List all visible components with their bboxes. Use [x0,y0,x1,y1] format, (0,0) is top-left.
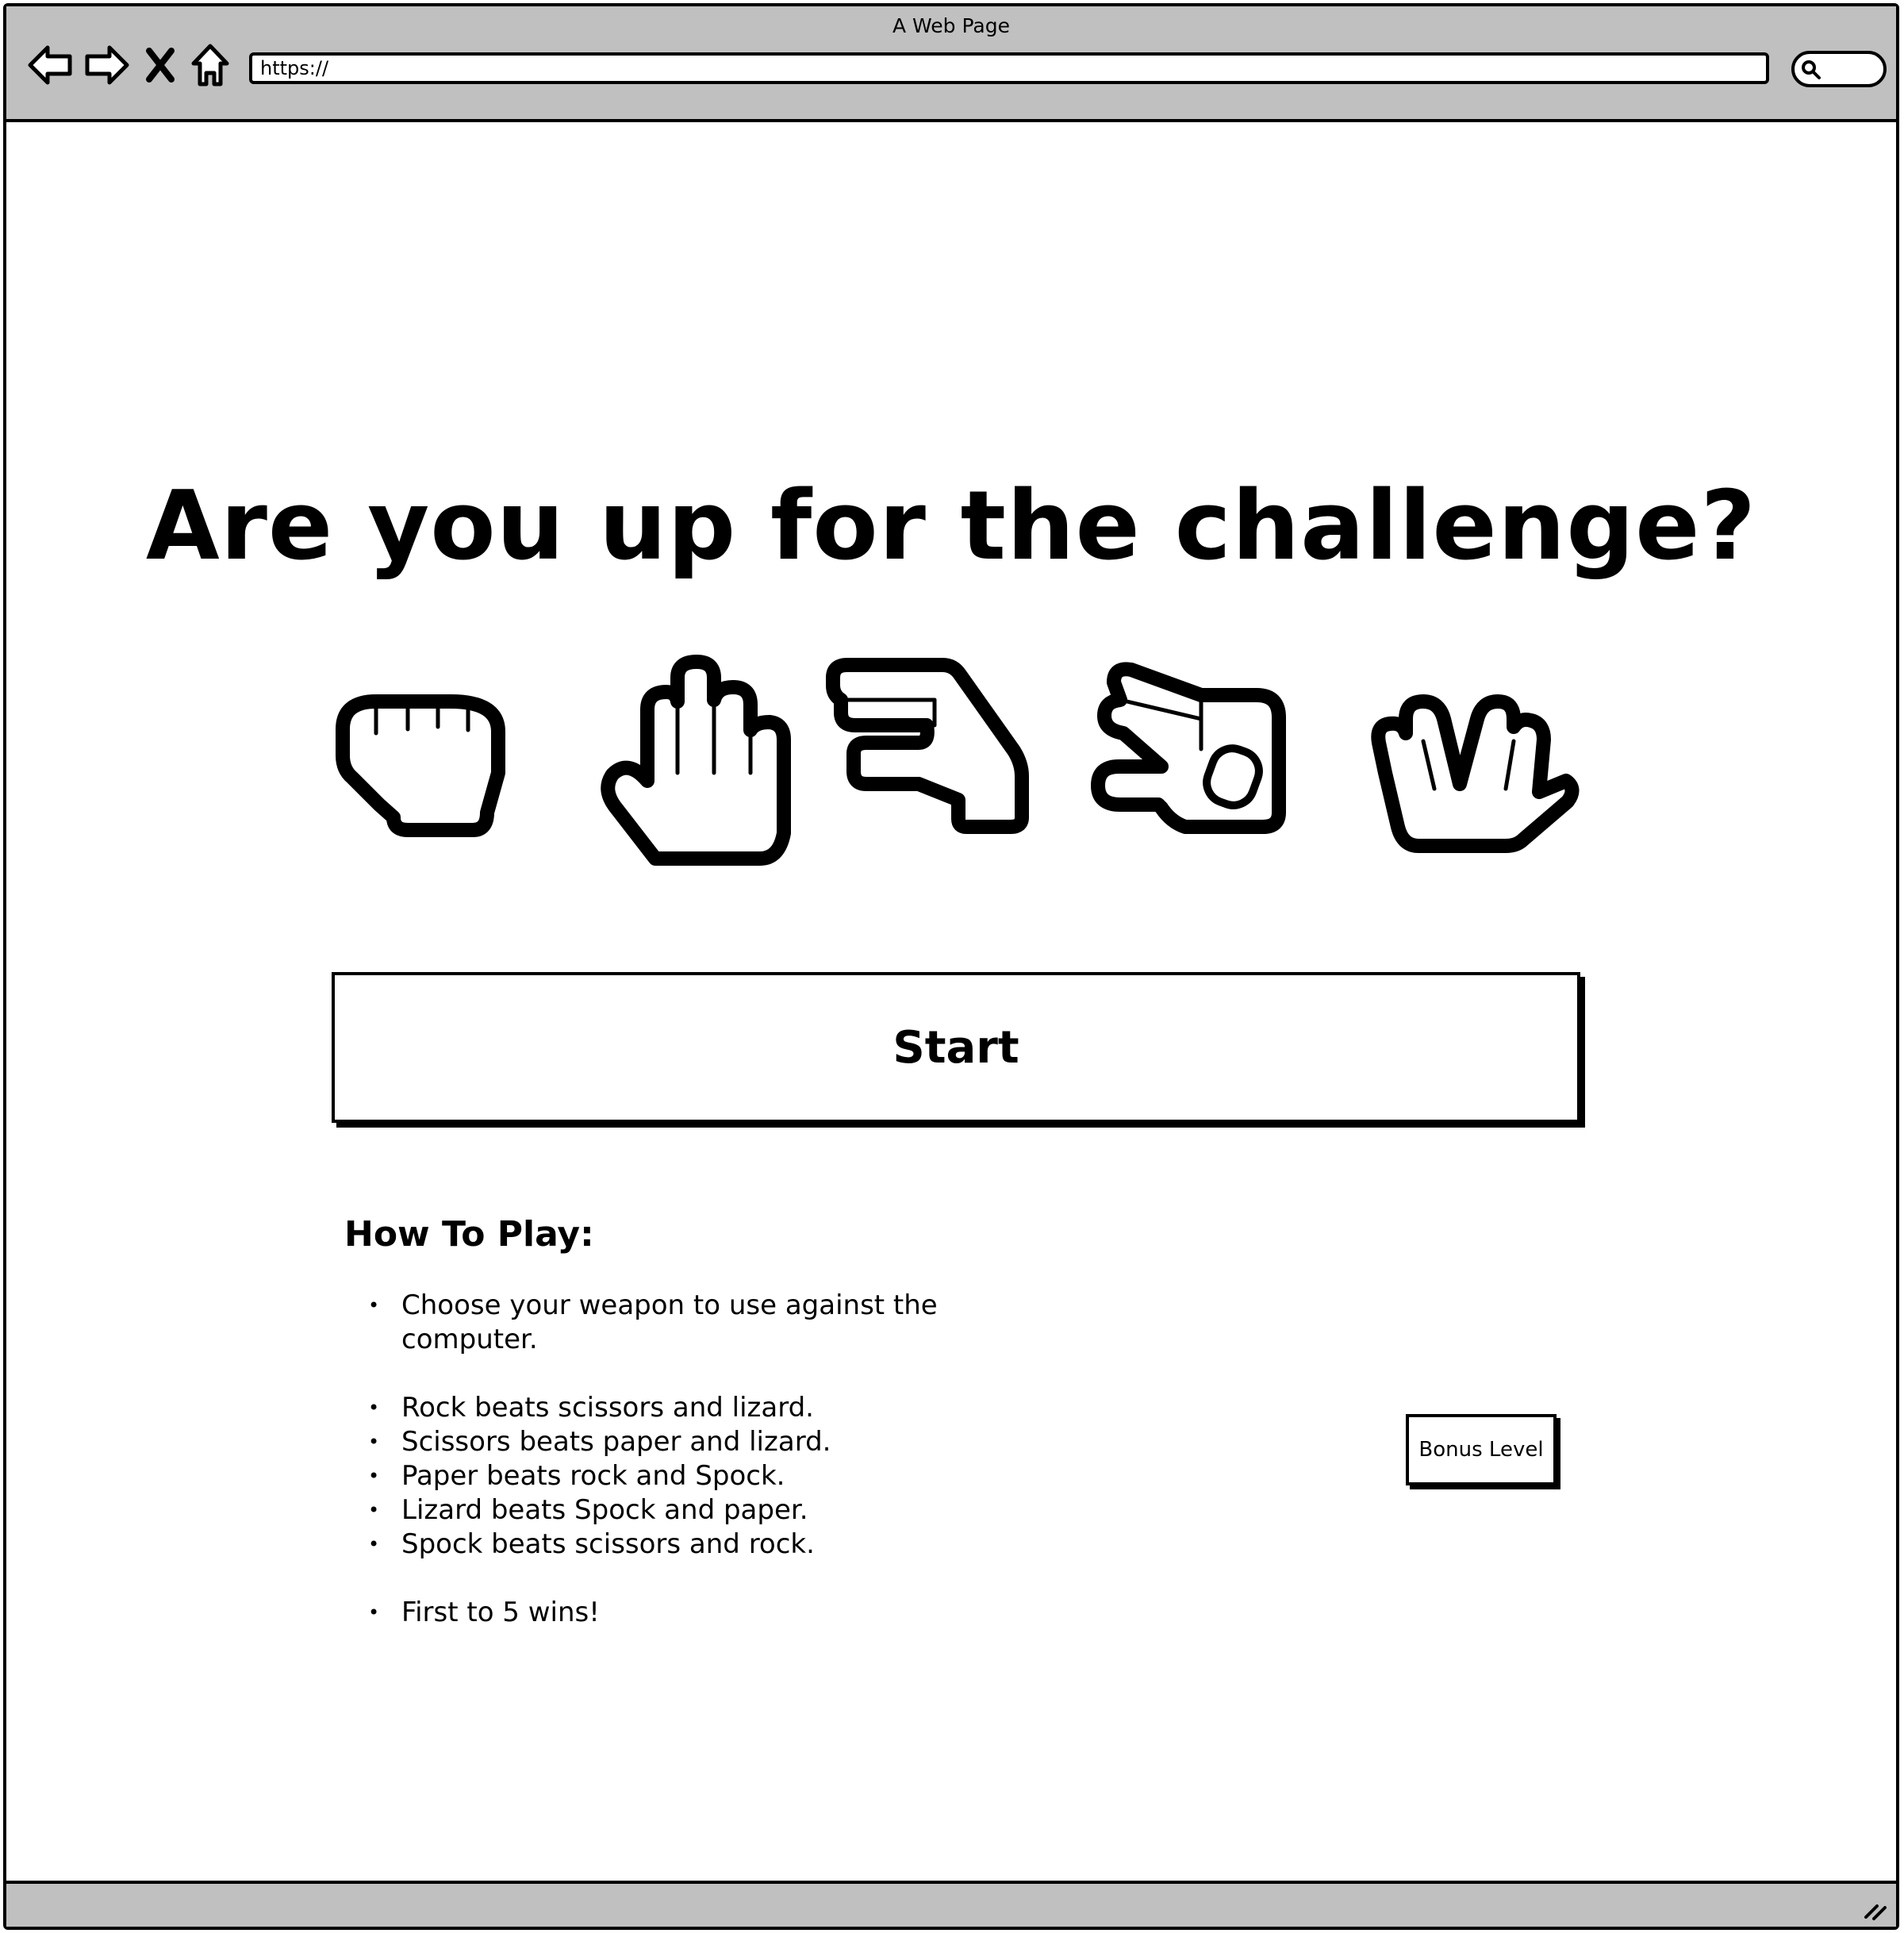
lizard-hand-icon[interactable] [1082,654,1296,876]
scissors-hand-icon[interactable] [823,654,1038,876]
rule-item: Rock beats scissors and lizard. [368,1391,957,1425]
rule-item: Lizard beats Spock and paper. [368,1493,957,1528]
rule-item: Paper beats rock and Spock. [368,1459,957,1493]
browser-window: A Web Page https:// Are you up for the c… [3,3,1899,1930]
window-title: A Web Page [892,14,1011,37]
rule-item: Choose your weapon to use against the co… [368,1289,957,1357]
rule-item: Scissors beats paper and lizard. [368,1425,957,1459]
spock-hand-icon[interactable] [1365,654,1580,876]
how-to-play-title: How To Play: [344,1214,594,1255]
home-icon[interactable] [190,43,230,87]
address-bar[interactable]: https:// [249,52,1769,84]
resize-grip-icon[interactable] [1861,1893,1890,1922]
status-bar [6,1881,1896,1927]
rule-item: Spock beats scissors and rock. [368,1528,957,1562]
back-arrow-icon[interactable] [27,43,75,87]
search-field[interactable] [1791,51,1887,87]
rule-item: First to 5 wins! [368,1596,957,1630]
rock-hand-icon[interactable] [332,654,522,876]
paper-hand-icon[interactable] [593,654,800,876]
magnifier-icon [1802,60,1821,79]
browser-toolbar: A Web Page https:// [6,6,1896,122]
start-button[interactable]: Start [332,972,1580,1123]
page-heading: Are you up for the challenge? [145,471,1757,582]
rules-list: Choose your weapon to use against the co… [368,1289,957,1630]
stop-x-icon[interactable] [144,43,176,87]
bonus-level-button[interactable]: Bonus Level [1406,1414,1557,1485]
page-content: Are you up for the challenge? Start How … [6,122,1896,1881]
forward-arrow-icon[interactable] [83,43,130,87]
